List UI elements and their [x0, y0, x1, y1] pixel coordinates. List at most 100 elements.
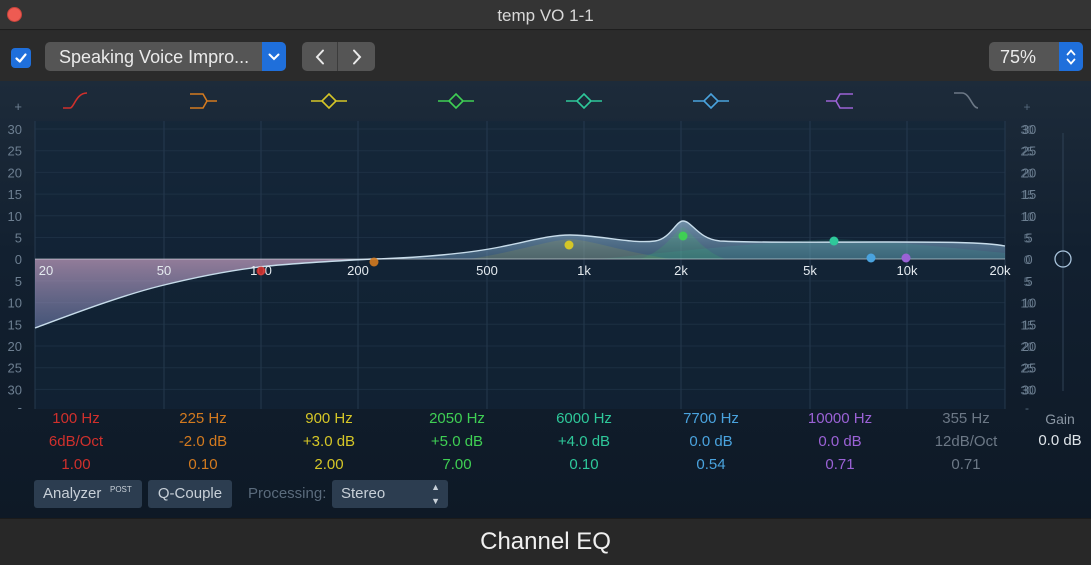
db-scale-left: +30252015105051015202530-: [8, 99, 22, 415]
zoom-value: 75%: [1000, 47, 1037, 67]
band-7-handle[interactable]: [901, 253, 911, 263]
db-tick-label: 0: [1025, 252, 1032, 267]
band-gain[interactable]: 12dB/Oct: [902, 430, 1030, 453]
band-6-handle[interactable]: [866, 253, 876, 263]
band-q[interactable]: 2.00: [265, 453, 393, 476]
db-tick-label: 30: [1022, 122, 1036, 137]
band-freq[interactable]: 6000 Hz: [520, 407, 648, 430]
band-8-params: 355 Hz 12dB/Oct 0.71: [902, 407, 1030, 476]
plugin-footer: Channel EQ: [0, 518, 1091, 565]
analyzer-post-badge: POST: [110, 485, 132, 494]
db-tick-label: 20: [8, 339, 22, 354]
chevron-left-icon: [315, 49, 324, 64]
band-1-params: 100 Hz 6dB/Oct 1.00: [12, 407, 140, 476]
db-tick-label: 5: [15, 274, 22, 289]
band-4-handle[interactable]: [678, 231, 688, 241]
previous-preset-button[interactable]: [302, 42, 338, 71]
db-tick-label: 20: [8, 165, 22, 180]
band-q[interactable]: 0.10: [520, 453, 648, 476]
q-couple-button[interactable]: Q-Couple: [148, 480, 232, 508]
frequency-tick-label: 1k: [577, 263, 591, 278]
band-freq[interactable]: 7700 Hz: [647, 407, 775, 430]
frequency-tick-label: 200: [347, 263, 369, 278]
analyzer-label: Analyzer: [43, 485, 102, 502]
band-4-params: 2050 Hz +5.0 dB 7.00: [393, 407, 521, 476]
plugin-name: Channel EQ: [480, 528, 611, 555]
band-q[interactable]: 0.71: [902, 453, 1030, 476]
band-gain[interactable]: 0.0 dB: [776, 430, 904, 453]
gain-value[interactable]: 0.0 dB: [1030, 432, 1090, 449]
frequency-tick-label: 2k: [674, 263, 688, 278]
band-freq[interactable]: 100 Hz: [12, 407, 140, 430]
gain-label: Gain: [1045, 411, 1075, 427]
peak-icon[interactable]: [438, 92, 474, 110]
db-tick-label: 0: [15, 252, 22, 267]
band-6-params: 7700 Hz 0.0 dB 0.54: [647, 407, 775, 476]
preset-menu[interactable]: Speaking Voice Impro...: [45, 42, 286, 71]
up-down-chevron-icon: ▲ ▼: [431, 482, 440, 506]
low-shelf-icon[interactable]: [190, 93, 217, 109]
band-gain[interactable]: 0.0 dB: [647, 430, 775, 453]
db-tick-label: 25: [1022, 361, 1036, 376]
band-freq[interactable]: 900 Hz: [265, 407, 393, 430]
db-tick-label: 25: [1022, 144, 1036, 159]
high-shelf-icon[interactable]: [826, 93, 853, 109]
zoom-select[interactable]: 75%: [989, 42, 1083, 71]
band-q[interactable]: 0.10: [139, 453, 267, 476]
band-5-handle[interactable]: [829, 236, 839, 246]
band-q[interactable]: 7.00: [393, 453, 521, 476]
db-tick-label: 15: [8, 187, 22, 202]
band-q[interactable]: 0.54: [647, 453, 775, 476]
band-freq[interactable]: 2050 Hz: [393, 407, 521, 430]
db-tick-label: 25: [8, 361, 22, 376]
band-q[interactable]: 0.71: [776, 453, 904, 476]
chevron-down-icon[interactable]: [262, 42, 286, 71]
band-gain[interactable]: 6dB/Oct: [12, 430, 140, 453]
db-tick-label: 20: [1022, 339, 1036, 354]
peak-icon[interactable]: [693, 92, 729, 110]
db-tick-label: 10: [8, 209, 22, 224]
band-gain[interactable]: +5.0 dB: [393, 430, 521, 453]
low-cut-icon[interactable]: [63, 92, 88, 109]
next-preset-button[interactable]: [339, 42, 375, 71]
band-gain[interactable]: +4.0 dB: [520, 430, 648, 453]
band-freq[interactable]: 225 Hz: [139, 407, 267, 430]
peak-icon[interactable]: [311, 92, 347, 110]
processing-value: Stereo: [341, 485, 386, 502]
db-tick-label: 5: [15, 231, 22, 246]
high-cut-icon[interactable]: [954, 92, 979, 109]
band-2-params: 225 Hz -2.0 dB 0.10: [139, 407, 267, 476]
db-tick-label: 20: [1022, 165, 1036, 180]
db-tick-label: 10: [1022, 209, 1036, 224]
plugin-enable-checkbox[interactable]: [11, 48, 31, 68]
band-gain[interactable]: -2.0 dB: [139, 430, 267, 453]
band-3-handle[interactable]: [564, 240, 574, 250]
frequency-tick-label: 20: [39, 263, 53, 278]
band-q[interactable]: 1.00: [12, 453, 140, 476]
db-tick-label: 15: [1022, 187, 1036, 202]
band-2-handle[interactable]: [369, 257, 379, 267]
db-tick-label: 5: [1025, 231, 1032, 246]
analyzer-button[interactable]: Analyzer POST: [34, 480, 142, 508]
processing-select[interactable]: Stereo ▲ ▼: [332, 480, 448, 508]
frequency-tick-label: 50: [157, 263, 171, 278]
up-down-chevron-icon[interactable]: [1059, 42, 1083, 71]
peak-icon[interactable]: [566, 92, 602, 110]
band-type-icons: [63, 92, 979, 110]
band-3-params: 900 Hz +3.0 dB 2.00: [265, 407, 393, 476]
band-gain[interactable]: +3.0 dB: [265, 430, 393, 453]
frequency-tick-label: 500: [476, 263, 498, 278]
band-5-params: 6000 Hz +4.0 dB 0.10: [520, 407, 648, 476]
db-tick-label: 10: [1022, 296, 1036, 311]
band-freq[interactable]: 355 Hz: [902, 407, 1030, 430]
window-title: temp VO 1-1: [497, 6, 594, 25]
band-freq[interactable]: 10000 Hz: [776, 407, 904, 430]
db-tick-label: 10: [8, 296, 22, 311]
db-tick-label: 15: [8, 317, 22, 332]
preset-navigation: [302, 42, 375, 71]
plugin-toolbar: Speaking Voice Impro... 75%: [0, 31, 1091, 81]
band-1-handle[interactable]: [256, 266, 266, 276]
db-tick-label: +: [14, 99, 22, 114]
db-tick-label: 25: [8, 144, 22, 159]
db-tick-label: 15: [1022, 317, 1036, 332]
